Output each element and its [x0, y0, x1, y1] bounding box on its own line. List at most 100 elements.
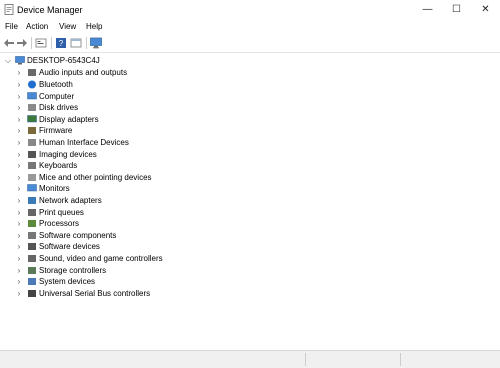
menu-bar: File Action View Help: [0, 20, 500, 34]
chevron-right-icon[interactable]: ›: [15, 79, 23, 90]
tree-category-label: System devices: [39, 277, 96, 287]
chevron-right-icon[interactable]: ›: [15, 125, 23, 136]
tree-category-label: Keyboards: [39, 161, 78, 171]
tree-root-label: DESKTOP-6543C4J: [27, 56, 100, 65]
speaker-icon: [28, 69, 36, 77]
toolbar-separator: [86, 37, 87, 49]
chevron-right-icon[interactable]: ›: [15, 114, 23, 125]
chevron-right-icon[interactable]: ›: [15, 207, 23, 218]
tree-category-label: Audio inputs and outputs: [39, 68, 128, 78]
tree-category-label: Sound, video and game controllers: [39, 254, 163, 263]
svg-text:?: ?: [59, 39, 64, 48]
tree-category-label: Imaging devices: [39, 149, 97, 159]
chevron-right-icon[interactable]: ›: [15, 67, 23, 78]
tree-category-label: Processors: [39, 219, 80, 229]
tree-category[interactable]: › Software components: [0, 230, 300, 242]
tree-category[interactable]: › Human Interface Devices: [0, 137, 300, 149]
chevron-right-icon[interactable]: ›: [15, 265, 23, 276]
tree-category-label: Network adapters: [39, 196, 102, 205]
tree-category[interactable]: › Computer: [0, 91, 300, 103]
chevron-right-icon[interactable]: ›: [15, 160, 23, 171]
tree-category-label: Mice and other pointing devices: [39, 172, 152, 182]
tree-category[interactable]: › Imaging devices: [0, 149, 300, 161]
device-manager-icon: [4, 4, 14, 15]
tree-category[interactable]: › Firmware: [0, 125, 300, 137]
menu-view[interactable]: View: [59, 22, 76, 31]
menu-file[interactable]: File: [5, 22, 18, 31]
chevron-right-icon[interactable]: ›: [15, 218, 23, 229]
title-bar: Device Manager — ☐ ✕: [0, 0, 500, 20]
usb-icon: [28, 289, 36, 297]
tree-category-label: Computer: [39, 91, 75, 101]
minimize-button[interactable]: —: [413, 0, 442, 20]
tree-category-label: Firmware: [39, 126, 73, 136]
tree-category-label: Human Interface Devices: [39, 138, 129, 147]
maximize-button[interactable]: ☐: [442, 0, 471, 20]
menu-action[interactable]: Action: [26, 22, 48, 31]
tree-category[interactable]: › Universal Serial Bus controllers: [0, 288, 300, 300]
mouse-icon: [28, 173, 36, 181]
status-separator: [400, 353, 401, 366]
tree-category[interactable]: › Storage controllers: [0, 265, 300, 277]
sound-icon: [28, 255, 36, 262]
printer-icon: [28, 208, 36, 216]
tree-category[interactable]: › Display adapters: [0, 114, 300, 126]
chevron-right-icon[interactable]: ›: [15, 230, 23, 241]
system-device-icon: [28, 278, 36, 286]
close-button[interactable]: ✕: [471, 0, 500, 20]
monitor-icon: [27, 184, 37, 192]
chevron-right-icon[interactable]: ›: [15, 137, 23, 148]
tree-category[interactable]: › Print queues: [0, 207, 300, 219]
tree-category[interactable]: › Monitors: [0, 183, 300, 195]
status-bar: [0, 350, 500, 368]
tree-category[interactable]: › Audio inputs and outputs: [0, 67, 300, 79]
menu-help[interactable]: Help: [86, 22, 102, 31]
chevron-right-icon[interactable]: ›: [15, 253, 23, 264]
properties-icon[interactable]: [35, 37, 47, 49]
tree-category[interactable]: › Keyboards: [0, 160, 300, 172]
chevron-right-icon[interactable]: ›: [15, 195, 23, 206]
tree-category[interactable]: › Sound, video and game controllers: [0, 253, 300, 265]
keyboard-icon: [28, 162, 36, 170]
toolbar-separator: [31, 37, 32, 49]
chevron-right-icon[interactable]: ›: [15, 149, 23, 160]
view-icon[interactable]: [70, 37, 82, 49]
chevron-right-icon[interactable]: ›: [15, 288, 23, 299]
tree-category[interactable]: › Processors: [0, 218, 300, 230]
tree-category[interactable]: › Bluetooth: [0, 79, 300, 91]
firmware-icon: [28, 127, 36, 135]
hid-icon: [28, 139, 36, 146]
tree-root[interactable]: ⌵ DESKTOP-6543C4J: [0, 55, 300, 67]
chevron-right-icon[interactable]: ›: [15, 172, 23, 183]
window-title: Device Manager: [17, 5, 83, 15]
processor-icon: [28, 220, 36, 228]
chevron-right-icon[interactable]: ›: [15, 241, 23, 252]
computer-icon: [27, 91, 37, 99]
storage-icon: [28, 266, 36, 274]
network-icon: [28, 197, 36, 204]
toolbar: ?: [0, 34, 500, 53]
software-device-icon: [28, 243, 36, 251]
back-arrow-icon[interactable]: [3, 37, 15, 49]
monitor-icon[interactable]: [90, 37, 102, 49]
tree-category[interactable]: › System devices: [0, 276, 300, 288]
tree-category[interactable]: › Mice and other pointing devices: [0, 172, 300, 184]
tree-category-label: Storage controllers: [39, 265, 107, 275]
tree-category-label: Software components: [39, 230, 117, 240]
tree-category[interactable]: › Software devices: [0, 241, 300, 253]
tree-category[interactable]: › Disk drives: [0, 102, 300, 114]
tree-category-label: Print queues: [39, 207, 84, 217]
chevron-right-icon[interactable]: ›: [15, 183, 23, 194]
chevron-down-icon[interactable]: ⌵: [4, 55, 12, 66]
bluetooth-icon: [28, 80, 36, 89]
camera-icon: [28, 150, 36, 158]
forward-arrow-icon[interactable]: [16, 37, 28, 49]
chevron-right-icon[interactable]: ›: [15, 91, 23, 102]
help-icon[interactable]: ?: [55, 37, 67, 49]
chevron-right-icon[interactable]: ›: [15, 276, 23, 287]
status-separator: [305, 353, 306, 366]
device-tree: ⌵ DESKTOP-6543C4J › Audio inputs and outp…: [0, 53, 500, 350]
tree-category[interactable]: › Network adapters: [0, 195, 300, 207]
tree-category-label: Software devices: [39, 242, 100, 252]
chevron-right-icon[interactable]: ›: [15, 102, 23, 113]
